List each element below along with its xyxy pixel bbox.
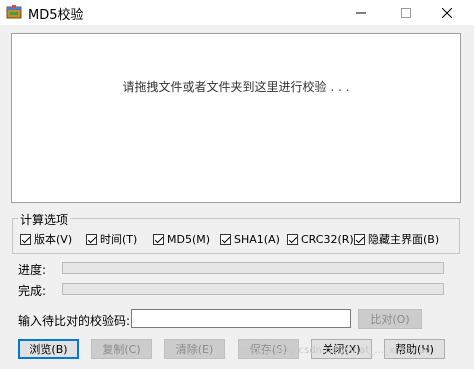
clear-button[interactable]: 清除(E) (164, 339, 225, 359)
minimize-button[interactable] (344, 0, 378, 25)
progress-bar (62, 262, 444, 274)
maximize-icon (401, 7, 411, 18)
checkbox-checked-icon (354, 233, 365, 245)
drop-hint-text: 请拖拽文件或者文件夹到这里进行校验 . . . (122, 80, 350, 94)
option-version-label: 版本(V) (34, 233, 73, 246)
options-group-label: 计算选项 (18, 211, 71, 228)
app-icon (6, 5, 22, 19)
checkbox-checked-icon (86, 233, 97, 245)
close-window-button[interactable] (430, 0, 464, 25)
done-progress-bar (62, 283, 444, 295)
close-icon (442, 7, 452, 18)
done-label: 完成: (18, 284, 47, 298)
file-drop-area[interactable]: 请拖拽文件或者文件夹到这里进行校验 . . . (11, 33, 461, 203)
compare-button[interactable]: 比对(O) (358, 309, 422, 329)
md5-window: MD5校验 请拖拽文件或者文件夹到这里进行校验 . . . 计算选项 版本(V)… (0, 0, 474, 369)
checkbox-checked-icon (220, 233, 231, 245)
option-version-checkbox[interactable]: 版本(V) (20, 232, 72, 246)
compare-hash-input[interactable] (131, 309, 351, 328)
option-md5-checkbox[interactable]: MD5(M) (153, 232, 210, 246)
browse-button[interactable]: 浏览(B) (18, 339, 79, 359)
option-hide-main-label: 隐藏主界面(B) (368, 233, 440, 246)
window-title: MD5校验 (28, 8, 84, 23)
option-time-checkbox[interactable]: 时间(T) (86, 232, 137, 246)
checkbox-checked-icon (20, 233, 31, 245)
progress-label: 进度: (18, 263, 47, 277)
option-hide-main-checkbox[interactable]: 隐藏主界面(B) (354, 232, 439, 246)
copy-button[interactable]: 复制(C) (91, 339, 152, 359)
checkbox-checked-icon (287, 233, 298, 245)
option-sha1-checkbox[interactable]: SHA1(A) (220, 232, 280, 246)
option-sha1-label: SHA1(A) (234, 232, 280, 246)
option-crc32-label: CRC32(R) (301, 232, 354, 246)
watermark-text: https://blog.csdn.net/sinat_..._xiaoxiao (238, 345, 431, 356)
maximize-button[interactable] (389, 0, 423, 25)
checkbox-checked-icon (153, 233, 164, 245)
title-bar[interactable]: MD5校验 (0, 0, 474, 25)
compare-label: 输入待比对的校验码: (18, 314, 131, 328)
minimize-icon (356, 12, 366, 13)
option-md5-label: MD5(M) (167, 232, 211, 246)
option-time-label: 时间(T) (100, 233, 138, 246)
option-crc32-checkbox[interactable]: CRC32(R) (287, 232, 354, 246)
